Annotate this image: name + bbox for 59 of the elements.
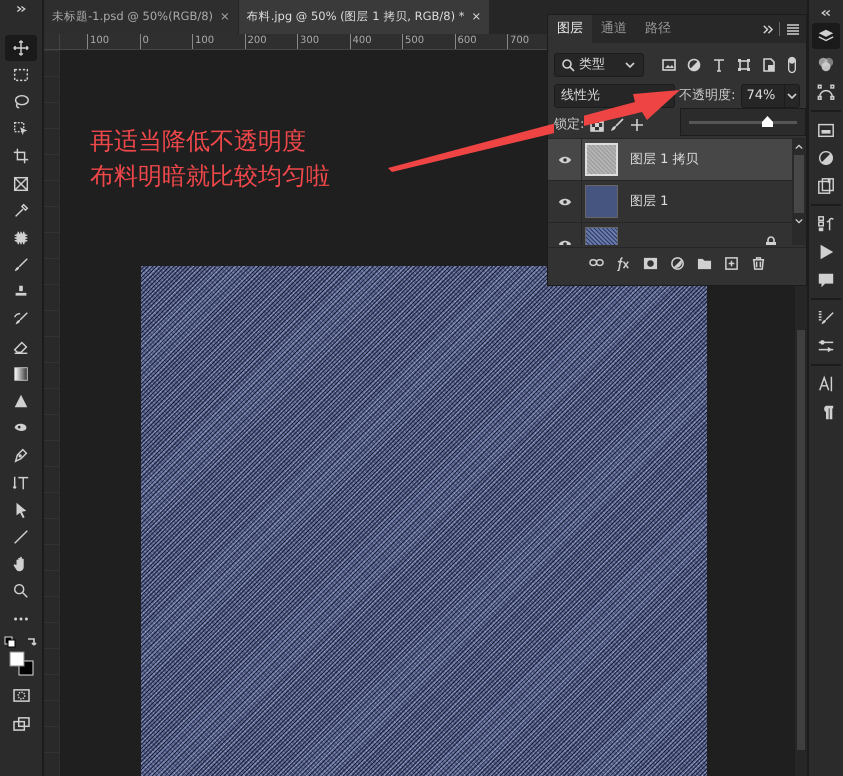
fx-icon[interactable] <box>616 256 630 271</box>
mask-icon[interactable] <box>642 256 658 271</box>
scrollbar-thumb[interactable] <box>794 155 804 213</box>
ruler-label: 100 <box>87 34 140 49</box>
new-layer-icon[interactable] <box>724 256 738 271</box>
filter-dropdown[interactable]: 类型 <box>554 53 644 77</box>
panel-tab[interactable]: 图层 <box>548 15 592 43</box>
slider-thumb[interactable] <box>762 116 773 127</box>
ruler-label: 200 <box>244 34 297 49</box>
expand-icon[interactable] <box>820 8 832 18</box>
ruler-label: 500 <box>402 34 454 49</box>
layer-row[interactable]: 图层 1 拷贝 <box>548 139 792 181</box>
ruler-label: 0 <box>140 34 192 49</box>
ruler-label: 400 <box>350 34 402 49</box>
default-colors-icon[interactable] <box>4 636 16 648</box>
move-icon[interactable] <box>5 34 37 61</box>
close-button[interactable]: × <box>220 8 230 26</box>
tab-title[interactable]: 未标题-1.psd @ 50%(RGB/8) <box>52 8 214 26</box>
brush-icon[interactable] <box>610 118 624 132</box>
shape-filter-icon[interactable] <box>737 58 751 72</box>
filter-toggle-icon[interactable] <box>787 55 797 75</box>
opacity-label: 不透明度: <box>679 87 736 106</box>
scroll-up-icon[interactable] <box>794 143 804 151</box>
layers-icon[interactable] <box>812 23 840 49</box>
panel-tab[interactable]: 路径 <box>636 15 680 43</box>
annotation-text: 再适当降低不透明度 布料明暗就比较均匀啦 <box>90 126 330 192</box>
adjustment-filter-icon[interactable] <box>687 58 701 72</box>
type-filter-icon[interactable] <box>712 58 726 72</box>
close-button[interactable]: × <box>471 8 482 26</box>
layer-thumbnail <box>585 185 618 218</box>
screen-mode-icon[interactable] <box>12 716 30 732</box>
ruler-label: 300 <box>297 34 350 49</box>
swap-colors-icon[interactable] <box>26 636 38 648</box>
search-icon <box>561 58 575 72</box>
smart-object-filter-icon[interactable] <box>762 58 776 72</box>
layer-name: 图层 1 <box>630 192 668 211</box>
scrollbar-thumb[interactable] <box>797 330 805 750</box>
lock-label: 锁定: <box>554 115 584 135</box>
ruler-label: 600 <box>454 34 507 49</box>
panel-tab[interactable]: 通道 <box>592 15 636 43</box>
opacity-field[interactable]: 74% <box>741 84 800 108</box>
ruler-label: 100 <box>192 34 244 49</box>
tab-title[interactable]: 布料.jpg @ 50% (图层 1 拷贝, RGB/8) * <box>246 8 464 26</box>
adjustment-layer-icon[interactable] <box>670 256 684 271</box>
image-filter-icon[interactable] <box>662 58 676 72</box>
layer-thumbnail <box>585 143 618 176</box>
collapse-icon[interactable] <box>15 4 27 14</box>
document-tab[interactable]: 未标题-1.psd @ 50%(RGB/8) × <box>44 0 238 34</box>
layer-row[interactable]: 图层 1 <box>548 181 792 223</box>
trash-icon[interactable] <box>750 256 766 271</box>
collapse-icon[interactable] <box>762 24 773 34</box>
folder-icon[interactable] <box>696 256 712 271</box>
quick-mask-icon[interactable] <box>12 688 30 704</box>
menu-icon[interactable] <box>786 22 800 36</box>
scroll-down-icon[interactable] <box>794 217 804 225</box>
color-swatches-icon[interactable] <box>8 651 34 676</box>
move-icon[interactable] <box>630 118 644 132</box>
document-tab[interactable]: 布料.jpg @ 50% (图层 1 拷贝, RGB/8) * × <box>238 0 490 34</box>
layer-name: 图层 1 拷贝 <box>630 150 699 169</box>
